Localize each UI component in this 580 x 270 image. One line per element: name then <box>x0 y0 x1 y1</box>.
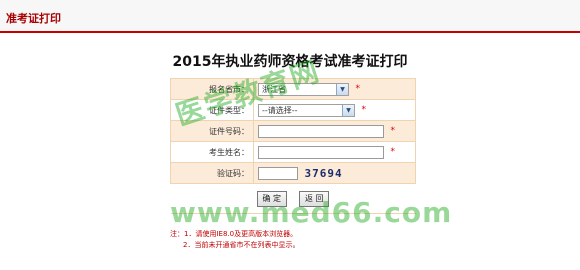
chevron-down-icon[interactable]: ▼ <box>342 104 354 116</box>
captcha-input[interactable] <box>258 166 298 180</box>
required-mark: * <box>390 147 396 157</box>
id-number-label: 证件号码： <box>170 120 254 142</box>
back-button[interactable]: 返 回 <box>299 190 330 207</box>
notes: 注：1．请使用IE8.0及更高版本浏览器。 2．当前未开通省市不在列表中显示。 <box>170 229 420 251</box>
id-type-row: 证件类型： --请选择-- ▼ * <box>170 99 416 121</box>
button-row: 确 定 返 回 <box>170 183 416 214</box>
province-label: 报名省市： <box>170 78 254 100</box>
name-input[interactable] <box>258 145 384 159</box>
captcha-row: 验证码： 37694 <box>170 162 416 184</box>
required-mark: * <box>390 126 396 136</box>
admission-form: 报名省市： 浙江省 ▼ * 证件类型： --请选择-- ▼ * 证件号码： * … <box>170 78 416 214</box>
id-number-input[interactable] <box>258 124 384 138</box>
note-2: 2．当前未开通省市不在列表中显示。 <box>183 241 300 249</box>
id-number-row: 证件号码： * <box>170 120 416 142</box>
province-row: 报名省市： 浙江省 ▼ * <box>170 78 416 100</box>
captcha-image[interactable]: 37694 <box>305 167 343 180</box>
id-type-select-value: --请选择-- <box>262 105 298 115</box>
top-bar: 准考证打印 <box>0 0 580 33</box>
name-label: 考生姓名： <box>170 141 254 163</box>
note-1: 注：1．请使用IE8.0及更高版本浏览器。 <box>170 230 298 238</box>
name-row: 考生姓名： * <box>170 141 416 163</box>
required-mark: * <box>361 105 367 115</box>
id-type-label: 证件类型： <box>170 99 254 121</box>
chevron-down-icon[interactable]: ▼ <box>336 83 348 95</box>
confirm-button[interactable]: 确 定 <box>256 190 287 207</box>
required-mark: * <box>355 84 361 94</box>
section-title: 准考证打印 <box>6 12 61 25</box>
page-title: 2015年执业药师资格考试准考证打印 <box>172 54 408 70</box>
id-type-select[interactable]: --请选择-- ▼ <box>258 103 355 117</box>
captcha-label: 验证码： <box>170 162 254 184</box>
province-select[interactable]: 浙江省 ▼ <box>258 82 349 96</box>
province-select-value: 浙江省 <box>262 84 286 94</box>
